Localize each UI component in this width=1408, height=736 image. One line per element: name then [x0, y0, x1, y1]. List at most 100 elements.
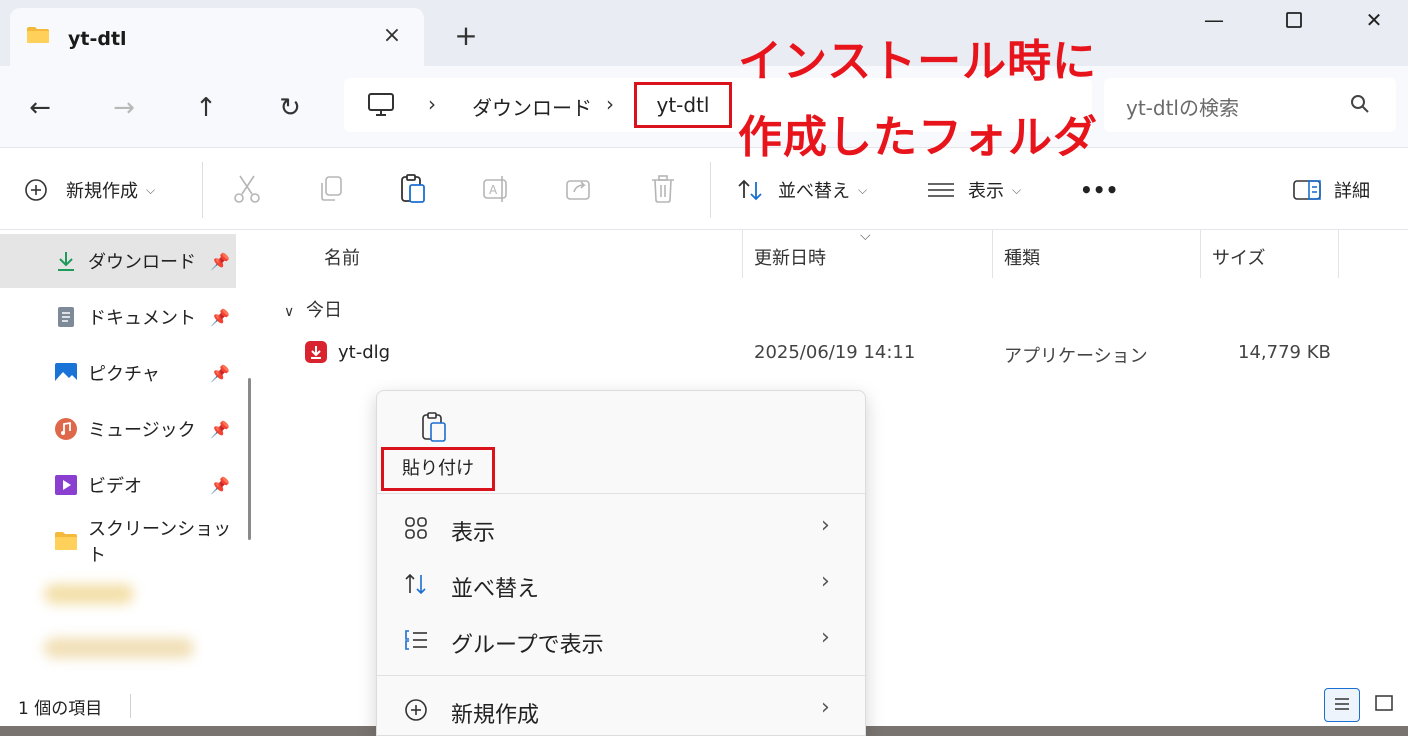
annotation-line-2: 作成したフォルダ	[738, 112, 1098, 163]
pin-icon: 📌	[210, 475, 230, 495]
pin-icon: 📌	[210, 251, 230, 271]
refresh-button[interactable]: ↻	[270, 88, 310, 128]
details-view-button[interactable]	[1324, 688, 1360, 722]
column-header-size[interactable]: サイズ	[1212, 244, 1265, 270]
menu-item-label: グループで表示	[451, 633, 604, 658]
forward-button[interactable]: →	[104, 88, 144, 128]
sidebar-item-label: ミュージック	[88, 420, 196, 441]
computer-icon	[368, 93, 394, 116]
group-header-today[interactable]: ∨ 今日	[284, 296, 342, 322]
chevron-right-icon: ›	[821, 625, 830, 650]
copy-icon[interactable]	[314, 172, 348, 206]
grid-view-icon	[405, 517, 427, 539]
navigation-bar: ← → ↑ ↻ › ダウンロード › yt-dtl yt-dtlの検索	[0, 66, 1408, 148]
share-icon[interactable]	[562, 172, 596, 206]
sidebar-item-music[interactable]: ミュージック 📌	[0, 402, 236, 456]
details-pane-icon	[1293, 180, 1321, 200]
back-button[interactable]: ←	[20, 88, 60, 128]
chevron-right-icon: ›	[821, 513, 830, 538]
sort-chevron-icon: ⌵	[860, 228, 871, 244]
sort-button[interactable]: 並べ替え ⌵	[736, 170, 867, 210]
rename-icon[interactable]: A	[480, 172, 514, 206]
folder-icon	[27, 27, 49, 43]
tiles-view-button[interactable]	[1366, 688, 1402, 722]
up-button[interactable]: ↑	[186, 88, 226, 128]
details-view-icon	[1335, 698, 1349, 710]
chevron-down-icon: ∨	[284, 304, 295, 320]
file-name: yt-dlg	[338, 342, 391, 363]
breadcrumb-downloads[interactable]: ダウンロード	[472, 92, 592, 121]
folder-icon	[55, 532, 77, 550]
sort-button-label: 並べ替え	[778, 181, 850, 202]
item-count: 1 個の項目	[18, 699, 103, 719]
music-icon	[55, 418, 77, 440]
chevron-right-icon: ›	[821, 695, 830, 720]
group-label: 今日	[305, 300, 342, 321]
breadcrumb-separator: ›	[428, 92, 436, 116]
tab-yt-dtl[interactable]: yt-dtl ×	[10, 8, 424, 66]
details-pane-button[interactable]: 詳細	[1292, 170, 1370, 210]
column-divider	[1338, 230, 1339, 278]
column-header-name[interactable]: 名前	[324, 244, 360, 270]
details-pane-label: 詳細	[1334, 181, 1370, 202]
tab-close-button[interactable]: ×	[378, 22, 406, 50]
sidebar-item-label: ドキュメント	[88, 308, 196, 329]
new-button-label: 新規作成	[66, 181, 138, 202]
command-bar: 新規作成 ⌵ A 並べ替え ⌵ 表示 ⌵ ••• 詳細	[0, 148, 1408, 230]
maximize-button[interactable]	[1266, 2, 1322, 38]
new-tab-button[interactable]: +	[452, 22, 480, 50]
menu-item-view[interactable]: 表示 ›	[377, 501, 867, 555]
menu-item-new[interactable]: 新規作成 ›	[377, 683, 867, 736]
sidebar-item-videos[interactable]: ビデオ 📌	[0, 458, 236, 512]
toolbar-divider	[710, 162, 711, 218]
file-modified: 2025/06/19 14:11	[754, 342, 916, 363]
search-input[interactable]: yt-dtlの検索	[1126, 92, 1239, 121]
download-icon	[58, 252, 74, 271]
chevron-right-icon: ›	[821, 569, 830, 594]
column-divider	[1200, 230, 1201, 278]
paste-label[interactable]: 貼り付け	[381, 447, 495, 491]
close-window-button[interactable]: ✕	[1346, 2, 1402, 38]
view-button-label: 表示	[968, 181, 1004, 202]
sort-icon	[405, 573, 426, 595]
sidebar-item-downloads[interactable]: ダウンロード 📌	[0, 234, 236, 288]
menu-item-label: 並べ替え	[451, 577, 540, 602]
sidebar-item-screenshots[interactable]: スクリーンショット	[0, 514, 236, 568]
sidebar-scrollbar[interactable]	[248, 378, 251, 540]
paste-icon[interactable]	[396, 172, 430, 206]
sidebar-item-label: ピクチャ	[88, 364, 160, 385]
file-type: アプリケーション	[1004, 346, 1148, 367]
search-icon	[1351, 95, 1369, 113]
blurred-item	[44, 584, 134, 604]
status-divider	[130, 694, 131, 718]
plus-circle-icon	[405, 699, 427, 721]
menu-item-label: 新規作成	[451, 703, 540, 728]
sidebar-item-pictures[interactable]: ピクチャ 📌	[0, 346, 236, 400]
pictures-icon	[55, 363, 77, 383]
svg-text:A: A	[489, 183, 498, 197]
paste-icon[interactable]	[421, 411, 449, 443]
menu-separator	[377, 493, 867, 494]
cut-icon[interactable]	[230, 172, 264, 206]
chevron-down-icon: ⌵	[858, 182, 868, 197]
column-header-type[interactable]: 種類	[1004, 244, 1040, 270]
toolbar-divider	[202, 162, 203, 218]
sidebar-item-documents[interactable]: ドキュメント 📌	[0, 290, 236, 344]
menu-item-label: 表示	[451, 521, 496, 546]
context-menu: 貼り付け 表示 › 並べ替え › グループで表示 › 新規作成 ›	[376, 390, 867, 736]
menu-item-group-by[interactable]: グループで表示 ›	[377, 613, 867, 667]
menu-separator	[377, 675, 867, 676]
column-header-modified[interactable]: 更新日時	[754, 244, 826, 270]
more-options-button[interactable]: •••	[1080, 170, 1118, 210]
document-icon	[58, 307, 74, 327]
delete-icon[interactable]	[646, 172, 680, 206]
view-button[interactable]: 表示 ⌵	[926, 170, 1021, 210]
pin-icon: 📌	[210, 363, 230, 383]
breadcrumb-current-folder[interactable]: yt-dtl	[634, 82, 732, 128]
video-icon	[55, 475, 77, 495]
minimize-button[interactable]: —	[1186, 2, 1242, 38]
maximize-icon	[1286, 12, 1302, 28]
search-box[interactable]: yt-dtlの検索	[1104, 78, 1396, 132]
menu-item-sort[interactable]: 並べ替え ›	[377, 557, 867, 611]
new-button[interactable]: 新規作成 ⌵	[24, 170, 155, 210]
